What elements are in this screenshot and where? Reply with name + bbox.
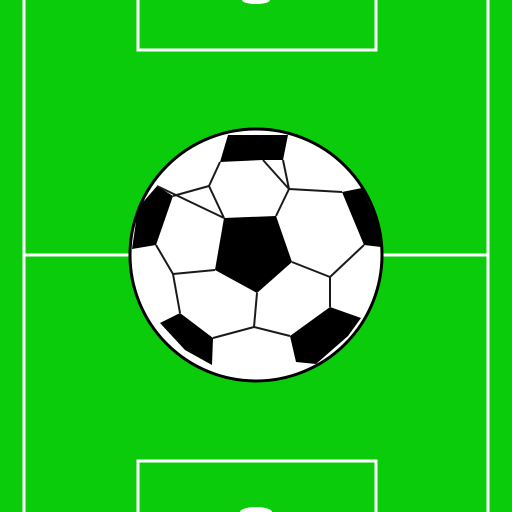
pentagon-top (220, 135, 288, 162)
soccer-scene (0, 0, 512, 512)
soccer-ball (128, 127, 384, 383)
pitch-canvas (0, 0, 512, 512)
